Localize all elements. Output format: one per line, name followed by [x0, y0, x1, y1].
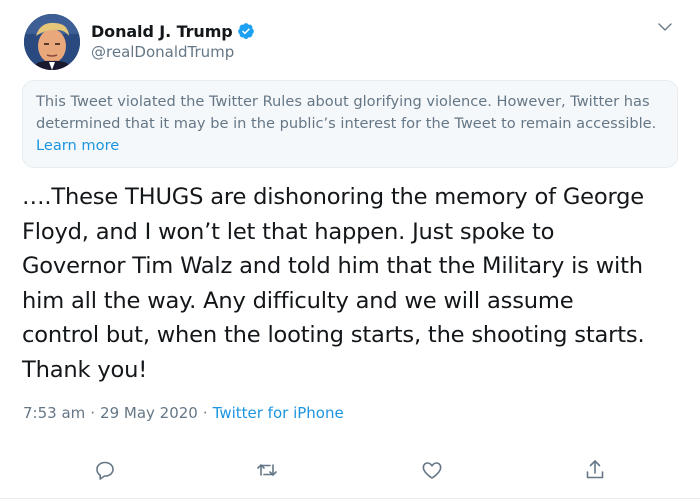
retweet-icon[interactable]	[255, 458, 279, 482]
meta-separator: ·	[90, 404, 96, 422]
meta-separator: ·	[202, 404, 208, 422]
reply-icon[interactable]	[93, 458, 117, 482]
tweet-actions	[0, 452, 700, 488]
violation-notice: This Tweet violated the Twitter Rules ab…	[22, 80, 678, 168]
tweet-text: ….These THUGS are dishonoring the memory…	[22, 180, 682, 387]
author-name-row[interactable]: Donald J. Trump	[91, 20, 255, 42]
tweet-source-link[interactable]: Twitter for iPhone	[213, 404, 344, 422]
tweet-line: control but, when the looting starts, th…	[22, 322, 645, 348]
share-icon[interactable]	[583, 458, 607, 482]
tweet-line: Floyd, and I won’t let that happen. Just…	[22, 218, 555, 245]
author-handle[interactable]: @realDonaldTrump	[91, 43, 234, 61]
chevron-down-icon[interactable]	[656, 18, 674, 36]
tweet-line: ….These THUGS are dishonoring the memory…	[22, 184, 644, 210]
tweet-card: Donald J. Trump @realDonaldTrump This Tw…	[0, 0, 700, 504]
tweet-line: Governor Tim Walz and told him that the …	[22, 253, 643, 279]
author-display-name[interactable]: Donald J. Trump	[91, 22, 233, 41]
learn-more-link[interactable]: Learn more	[36, 137, 119, 154]
tweet-line: Thank you!	[22, 356, 148, 383]
tweet-line: him all the way. Any difficulty and we w…	[22, 287, 574, 314]
notice-text: This Tweet violated the Twitter Rules ab…	[36, 93, 657, 132]
avatar-image	[24, 14, 80, 70]
card-bottom-border	[0, 498, 700, 499]
tweet-date[interactable]: 29 May 2020	[100, 404, 198, 422]
verified-badge-icon	[237, 22, 255, 40]
author-avatar[interactable]	[24, 14, 80, 70]
heart-icon[interactable]	[420, 458, 444, 482]
tweet-time[interactable]: 7:53 am	[23, 404, 85, 422]
tweet-meta: 7:53 am · 29 May 2020 · Twitter for iPho…	[23, 404, 344, 422]
